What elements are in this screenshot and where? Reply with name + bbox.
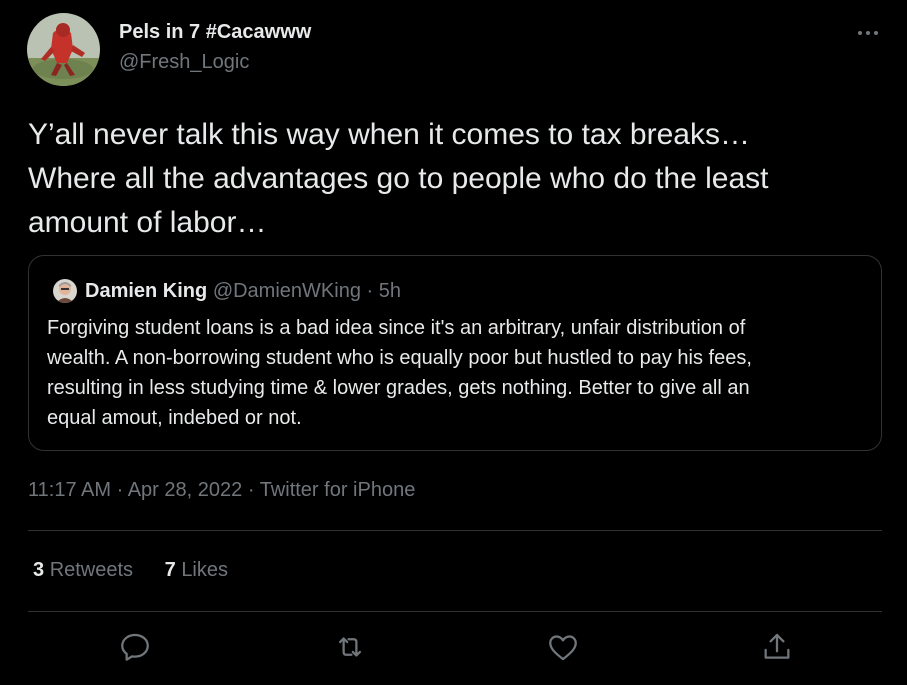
tweet-source[interactable]: Twitter for iPhone	[260, 479, 416, 501]
share-icon	[764, 633, 790, 659]
tweet-metadata: 11:17 AM · Apr 28, 2022 · Twitter for iP…	[28, 479, 415, 502]
retweets-stat[interactable]: 3 Retweets	[33, 559, 133, 582]
likes-label: Likes	[181, 559, 229, 581]
divider	[28, 530, 882, 531]
author-avatar[interactable]	[27, 13, 100, 86]
likes-count: 7	[164, 559, 176, 581]
meta-separator: ·	[247, 479, 255, 501]
retweets-count: 3	[33, 559, 45, 581]
quoted-tweet-text: Forgiving student loans is a bad idea si…	[47, 313, 872, 433]
engagement-stats: 3 Retweets 7 Likes	[33, 559, 254, 582]
retweet-icon	[338, 637, 362, 657]
quoted-text-line: Forgiving student loans is a bad idea si…	[47, 317, 746, 339]
tweet-text-line: Y’all never talk this way when it comes …	[28, 118, 750, 151]
divider	[28, 611, 882, 612]
reply-button[interactable]	[118, 630, 152, 664]
quoted-text-line: wealth. A non-borrowing student who is e…	[47, 347, 752, 369]
meta-separator: ·	[116, 479, 124, 501]
retweet-button[interactable]	[333, 630, 367, 664]
quoted-timestamp: 5h	[378, 280, 401, 302]
quoted-author-handle: @DamienWKing	[212, 280, 361, 302]
quoted-text-line: equal amout, indebed or not.	[47, 407, 302, 429]
quoted-author-name: Damien King	[85, 280, 208, 302]
quoted-separator: ·	[366, 280, 374, 302]
share-button[interactable]	[760, 630, 794, 664]
retweets-label: Retweets	[49, 559, 134, 581]
reply-icon	[121, 633, 149, 661]
quoted-tweet-header: Damien King @DamienWKing · 5h	[85, 279, 401, 303]
quoted-author-avatar	[53, 279, 77, 303]
quoted-text-line: resulting in less studying time & lower …	[47, 377, 750, 399]
like-button[interactable]	[546, 630, 580, 664]
tweet-text-line: Where all the advantages go to people wh…	[28, 162, 769, 195]
author-handle[interactable]: @Fresh_Logic	[119, 51, 249, 74]
author-display-name[interactable]: Pels in 7 #Cacawww	[119, 21, 311, 44]
more-icon[interactable]	[854, 22, 882, 44]
tweet-date[interactable]: Apr 28, 2022	[128, 479, 243, 501]
heart-icon	[549, 635, 577, 661]
tweet-time[interactable]: 11:17 AM	[28, 479, 111, 501]
tweet-text: Y’all never talk this way when it comes …	[28, 113, 898, 245]
likes-stat[interactable]: 7 Likes	[165, 559, 228, 582]
tweet-text-line: amount of labor…	[28, 206, 267, 239]
quoted-tweet-card[interactable]: Damien King @DamienWKing · 5h Forgiving …	[28, 255, 882, 451]
tweet-detail: Pels in 7 #Cacawww @Fresh_Logic Y’all ne…	[0, 0, 907, 685]
